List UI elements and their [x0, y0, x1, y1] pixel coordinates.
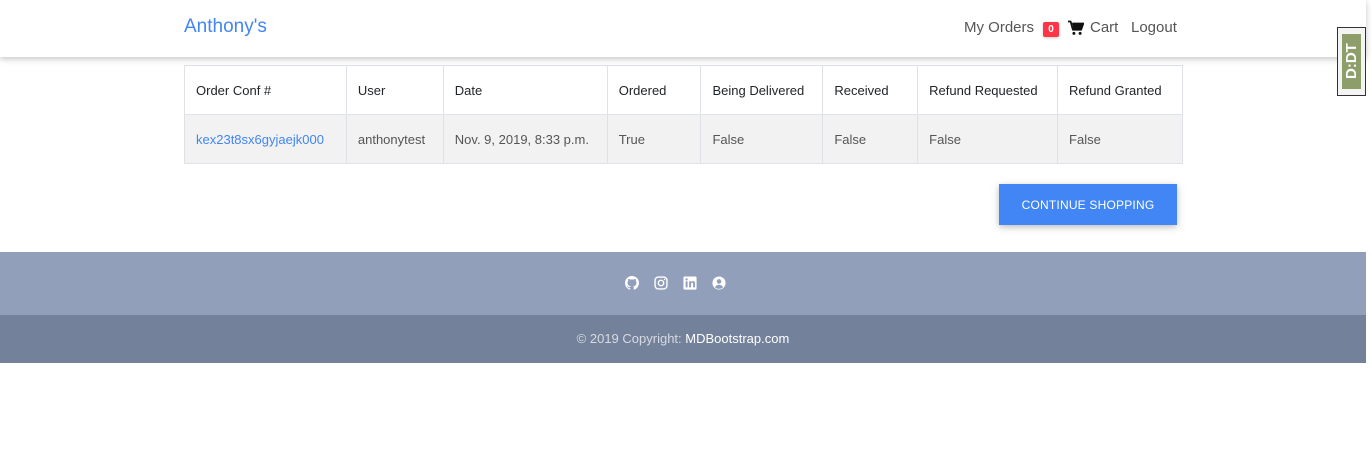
- logout-link[interactable]: Logout: [1131, 19, 1177, 36]
- refund-requested-cell: False: [917, 114, 1059, 164]
- linkedin-icon[interactable]: [683, 276, 697, 290]
- user-cell: anthonytest: [345, 114, 444, 164]
- header-being-delivered: Being Delivered: [700, 65, 824, 115]
- received-cell: False: [822, 114, 919, 164]
- order-conf-cell: kex23t8sx6gyjaejk000: [184, 114, 347, 164]
- header-received: Received: [822, 65, 919, 115]
- my-orders-link[interactable]: My Orders: [964, 19, 1034, 36]
- ordered-cell: True: [606, 114, 702, 164]
- instagram-icon[interactable]: [654, 276, 668, 290]
- brand-link[interactable]: Anthony's: [184, 16, 267, 38]
- github-icon[interactable]: [625, 276, 639, 290]
- table-header-row: Order Conf # User Date Ordered Being Del…: [184, 65, 1183, 115]
- header-order-conf: Order Conf #: [184, 65, 347, 115]
- cart-icon: [1068, 20, 1084, 35]
- extension-badge-label: D:DT: [1342, 34, 1361, 89]
- header-refund-granted: Refund Granted: [1057, 65, 1183, 115]
- cart-count-badge: 0: [1043, 22, 1059, 37]
- header-date: Date: [442, 65, 608, 115]
- copyright-text: © 2019 Copyright:: [576, 331, 682, 346]
- user-circle-icon[interactable]: [712, 276, 726, 290]
- being-delivered-cell: False: [700, 114, 824, 164]
- header-refund-requested: Refund Requested: [917, 65, 1059, 115]
- header-ordered: Ordered: [606, 65, 702, 115]
- orders-table: Order Conf # User Date Ordered Being Del…: [184, 65, 1183, 164]
- order-conf-link[interactable]: kex23t8sx6gyjaejk000: [196, 132, 324, 147]
- copyright-link[interactable]: MDBootstrap.com: [685, 331, 789, 346]
- table-row: kex23t8sx6gyjaejk000 anthonytest Nov. 9,…: [184, 114, 1183, 164]
- navbar: Anthony's My Orders 0 Cart Logout: [0, 0, 1366, 57]
- continue-shopping-button[interactable]: CONTINUE SHOPPING: [999, 184, 1177, 225]
- footer-copyright: © 2019 Copyright: MDBootstrap.com: [0, 315, 1366, 363]
- date-cell: Nov. 9, 2019, 8:33 p.m.: [442, 114, 608, 164]
- header-user: User: [345, 65, 444, 115]
- cart-label: Cart: [1090, 19, 1119, 36]
- refund-granted-cell: False: [1057, 114, 1183, 164]
- footer-social: [0, 252, 1366, 315]
- extension-badge[interactable]: D:DT: [1337, 27, 1366, 96]
